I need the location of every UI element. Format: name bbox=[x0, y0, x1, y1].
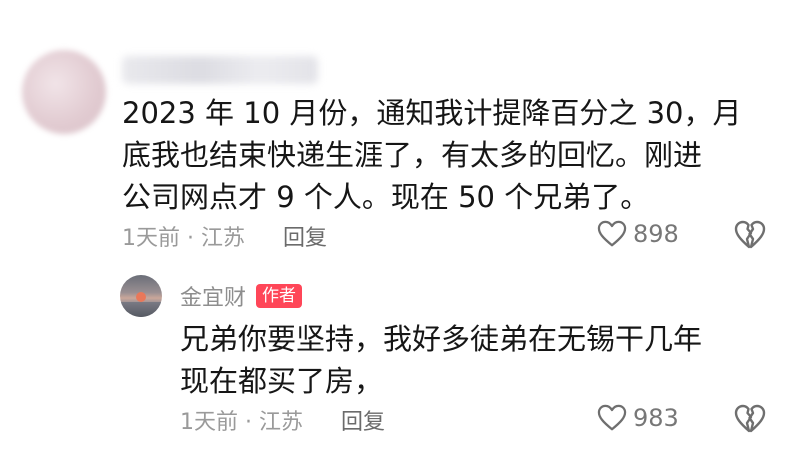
comment-meta: 1天前 · 江苏 回复 bbox=[122, 221, 327, 251]
sunset-horizon bbox=[120, 302, 162, 317]
reply-text-line: 现在都买了房， bbox=[180, 364, 384, 398]
comment-dislike-button[interactable] bbox=[734, 220, 766, 250]
reply-header: 金宜财 作者 bbox=[180, 280, 303, 312]
comment-like-count: 898 bbox=[633, 220, 679, 248]
sunset-sun bbox=[136, 292, 146, 302]
comment-reply-button[interactable]: 回复 bbox=[283, 220, 327, 252]
reply-text-line: 兄弟你要坚持，我好多徒弟在无锡干几年 bbox=[180, 322, 703, 356]
reply-reply-button[interactable]: 回复 bbox=[341, 404, 385, 436]
commenter-avatar[interactable] bbox=[22, 50, 106, 134]
reply-text: 兄弟你要坚持，我好多徒弟在无锡干几年 现在都买了房， bbox=[180, 318, 780, 402]
comment-text-line: 底我也结束快递生涯了，有太多的回忆。刚进 bbox=[122, 138, 703, 172]
reply-like-button[interactable]: 983 bbox=[597, 404, 679, 432]
comment-text-line: 2023 年 10 月份，通知我计提降百分之 30，月 bbox=[122, 96, 742, 130]
author-badge: 作者 bbox=[256, 284, 303, 308]
heart-outline-icon bbox=[597, 404, 627, 431]
reply-author-name[interactable]: 金宜财 bbox=[180, 280, 246, 312]
reply-author-avatar[interactable] bbox=[120, 275, 162, 317]
comment-time-location: 1天前 · 江苏 bbox=[122, 226, 245, 251]
heart-outline-icon bbox=[597, 220, 627, 247]
commenter-username-blurred[interactable] bbox=[122, 56, 318, 84]
reply-like-count: 983 bbox=[633, 404, 679, 432]
reply-dislike-button[interactable] bbox=[734, 404, 766, 434]
comment-text: 2023 年 10 月份，通知我计提降百分之 30，月 底我也结束快递生涯了，有… bbox=[122, 92, 772, 218]
reply-time-location: 1天前 · 江苏 bbox=[180, 410, 303, 435]
broken-heart-icon bbox=[734, 404, 766, 433]
broken-heart-icon bbox=[734, 220, 766, 249]
reply-meta: 1天前 · 江苏 回复 bbox=[180, 405, 385, 435]
comment-text-line: 公司网点才 9 个人。现在 50 个兄弟了。 bbox=[122, 180, 650, 214]
comment-like-button[interactable]: 898 bbox=[597, 220, 679, 248]
